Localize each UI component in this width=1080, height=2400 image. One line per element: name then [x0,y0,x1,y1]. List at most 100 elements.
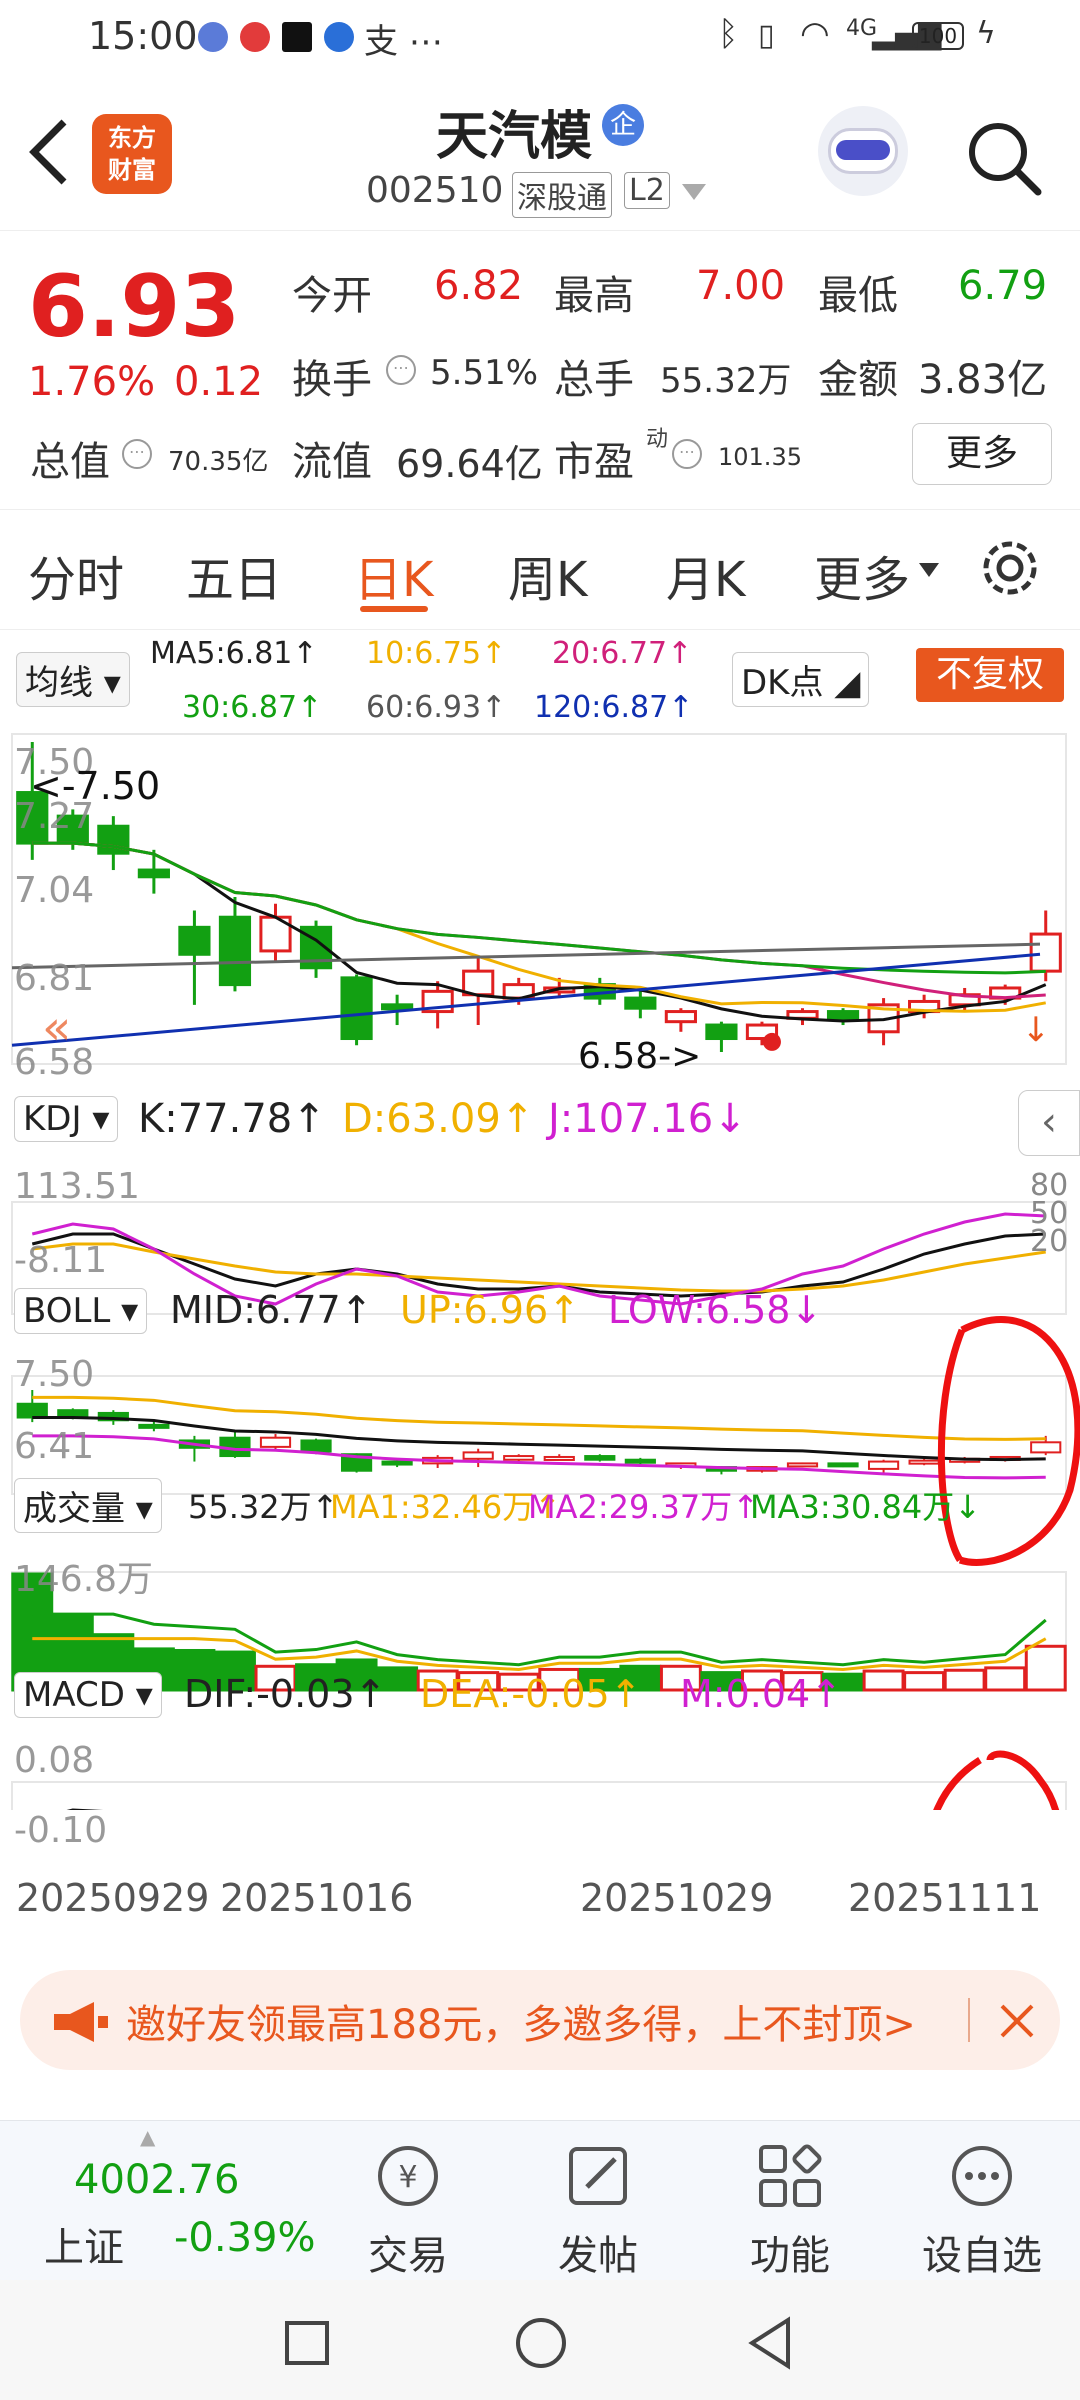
volume-ma3: MA3:30.84万↓ [750,1488,982,1526]
ma120-value: 120:6.87↑ [534,690,694,725]
logo-line1: 东方 [108,124,156,152]
kdj-k-line [31,1232,1046,1298]
boll-selector[interactable]: BOLL ▾ [14,1288,148,1334]
expand-index-icon[interactable]: ▲ [140,2125,155,2149]
collapse-panel-button[interactable]: ‹ [1018,1090,1080,1156]
macd-m: M:0.04↑ [680,1672,843,1716]
index-change[interactable]: -0.39% [174,2215,316,2261]
change-percent: 1.76% [28,359,156,405]
kdj-y-top: 113.51 [14,1166,140,1207]
pe-label: 市盈 [554,439,634,485]
more-dots-icon [952,2146,1012,2206]
vibrate-icon: ▯ [758,18,775,53]
robot-assistant-icon[interactable] [818,106,908,196]
volume-bar [984,1666,1027,1692]
post-label: 发帖 [558,2233,638,2279]
boll-selector-label: BOLL [23,1291,111,1331]
index-value[interactable]: 4002.76 [74,2157,239,2203]
promo-banner[interactable]: 邀好友领最高188元，多邀多得，上不封顶> [20,1970,1060,2070]
music-app-icon [198,22,228,52]
kline-chart[interactable]: 均线 ▾ MA5:6.81↑ 10:6.75↑ 20:6.77↑ 30:6.87… [0,630,1080,1940]
info-icon[interactable]: ⋯ [386,355,416,385]
kdj-d: D:63.09↑ [342,1096,535,1142]
macd-selector[interactable]: MACD ▾ [14,1672,162,1718]
kdj-selector-label: KDJ [23,1099,82,1139]
wifi-icon: ◠ [800,14,830,54]
ma5-value: MA5:6.81↑ [150,636,318,671]
settings-gear-icon[interactable] [978,536,1042,600]
scroll-left-icon[interactable]: « [42,1000,71,1056]
macd-selector-label: MACD [23,1675,125,1715]
home-icon[interactable] [514,2316,568,2370]
high-value: 7.00 [696,263,786,309]
volume-ma1: MA1:32.46万↑ [330,1488,562,1526]
mktcap-value: 70.35亿 [168,447,269,477]
chart-canvas [11,733,1080,1810]
active-tab-indicator [360,606,428,612]
trade-button[interactable]: ¥ 交易 [328,2141,488,2281]
kdj-y-bot: -8.11 [14,1240,108,1281]
ma60-line [11,942,1041,970]
functions-grid-icon [759,2144,822,2207]
ma-selector[interactable]: 均线 ▾ [16,652,130,707]
search-icon[interactable] [964,118,1044,198]
add-watchlist-button[interactable]: 设自选 [902,2141,1062,2281]
close-icon[interactable] [998,2002,1036,2040]
dk-point-button[interactable]: DK点 ◢ [732,652,870,707]
charging-icon: ϟ [976,16,996,51]
low-value: 6.79 [958,263,1048,309]
divider [968,1998,970,2042]
info-icon[interactable]: ⋯ [122,439,152,469]
stock-header: 东方 财富 天汽模 企 002510 深股通 L2 [0,80,1080,230]
boll-y-bot: 6.41 [14,1426,95,1467]
boll-candle-body [462,1451,494,1460]
stock-name[interactable]: 天汽模 [436,94,592,169]
pe-value: 101.35 [718,443,802,471]
candle-body [664,1010,697,1024]
video-app-icon [240,22,270,52]
tab-more[interactable]: 更多 [814,540,910,610]
recent-apps-icon[interactable] [284,2320,330,2366]
more-notifications-icon: 支 ⋯ [364,22,443,62]
ma60-value: 60:6.93↑ [366,690,507,725]
functions-button[interactable]: 功能 [710,2141,870,2281]
y-tick-label: 7.04 [14,870,95,911]
float-label: 流值 [292,439,372,485]
back-icon[interactable] [24,116,72,188]
open-label: 今开 [292,273,372,319]
kdj-selector[interactable]: KDJ ▾ [14,1096,119,1142]
date-label: 20251029 [580,1876,774,1920]
volume-y-top: 146.8万 [14,1559,154,1600]
dk-point-label: DK点 [741,663,824,703]
tab-intraday[interactable]: 分时 [28,540,124,610]
tab-five-day[interactable]: 五日 [186,540,282,610]
back-nav-icon[interactable] [746,2316,794,2370]
mktcap-label: 总值 [30,439,110,485]
post-button[interactable]: 发帖 [518,2141,678,2281]
low-point-dot [762,1032,781,1051]
panel-frame [11,1781,1067,1810]
tab-weekly-k[interactable]: 周K [508,540,587,610]
index-name[interactable]: 上证 [44,2215,124,2273]
dropdown-icon[interactable] [680,182,708,202]
boll-y-top: 7.50 [14,1354,95,1395]
status-time: 15:00 [88,14,198,58]
ma-selector-label: 均线 [25,663,93,703]
more-quote-button[interactable]: 更多 [912,423,1052,485]
candle-body [178,925,211,956]
svg-text:¥: ¥ [398,2160,417,2195]
candle-body [1029,932,1062,973]
info-icon[interactable]: ⋯ [672,439,702,469]
date-label: 20251016 [220,1876,414,1920]
tab-daily-k[interactable]: 日K [354,540,433,610]
no-adjust-button[interactable]: 不复权 [916,648,1064,702]
trade-label: 交易 [368,2233,448,2279]
period-tabs: 分时 五日 日K 周K 月K 更多 [0,510,1080,630]
eastmoney-logo[interactable]: 东方 财富 [92,114,172,194]
tab-monthly-k[interactable]: 月K [666,540,745,610]
candle-body [705,1023,738,1041]
volume-selector[interactable]: 成交量 ▾ [14,1478,162,1533]
boll-mid: MID:6.77↑ [170,1288,373,1332]
kdj-ref-20: 20 [1030,1224,1069,1259]
volume-bar [1024,1644,1067,1692]
